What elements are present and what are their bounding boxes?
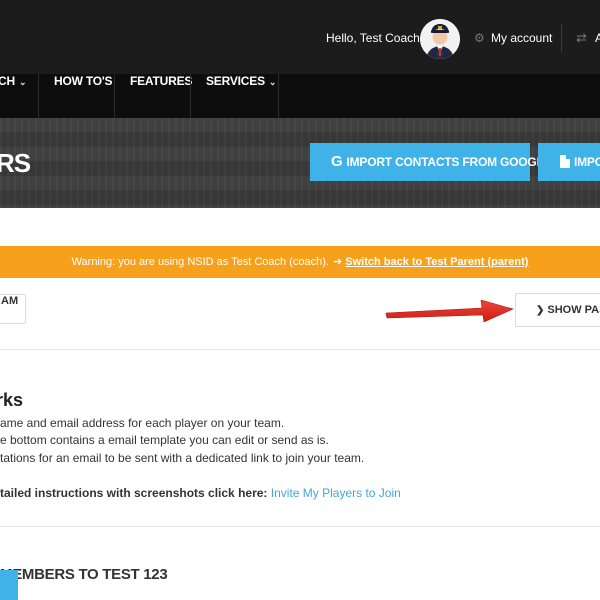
members-heading: MEMBERS TO TEST 123: [0, 566, 168, 583]
my-account-link[interactable]: My account: [491, 31, 552, 45]
show-past-button[interactable]: ❯SHOW PAST: [515, 293, 600, 327]
chevron-down-icon: ⌄: [268, 77, 277, 87]
avatar[interactable]: [420, 19, 460, 59]
nav-item-coach[interactable]: CH ⌄: [0, 74, 26, 118]
import-file-label: IMPO: [574, 155, 600, 169]
greeting-text: Hello, Test Coach: [326, 31, 420, 45]
nav-item-label: FEATURES: [130, 74, 193, 88]
nav-divider: [190, 74, 191, 118]
how-it-works-heading: rks: [0, 390, 24, 410]
swap-icon: ⇄: [576, 30, 587, 45]
account-switch-link[interactable]: A: [595, 31, 600, 45]
switch-back-link[interactable]: Switch back to Test Parent (parent): [345, 256, 528, 268]
team-button[interactable]: AM: [0, 294, 26, 324]
header-divider: [561, 24, 562, 52]
instruction-line: ame and email address for each player on…: [0, 416, 285, 430]
add-member-button[interactable]: [0, 570, 18, 600]
invite-players-link[interactable]: Invite My Players to Join: [271, 486, 401, 500]
nav-item-label: SERVICES: [206, 74, 265, 88]
coach-avatar-image: [420, 19, 460, 59]
switch-arrow-icon: ➜: [332, 256, 343, 268]
import-google-contacts-button[interactable]: G IMPORT CONTACTS FROM GOOGLE: [310, 143, 552, 181]
nav-divider: [114, 74, 115, 118]
import-file-button[interactable]: IMPO: [538, 143, 600, 181]
page-title: RS: [0, 148, 31, 178]
nav-item-label: CH: [0, 74, 15, 88]
google-icon: G: [331, 153, 343, 170]
nav-item-how-tos[interactable]: HOW TO'S: [54, 74, 113, 118]
instructions-prefix: tailed instructions with screenshots cli…: [0, 486, 268, 500]
section-divider: [0, 526, 600, 527]
nav-item-label: HOW TO'S: [54, 74, 113, 88]
nav-item-features[interactable]: FEATURES: [130, 74, 192, 118]
gear-icon: ⚙: [474, 31, 485, 45]
team-button-label: AM: [1, 295, 19, 307]
instructions-line: tailed instructions with screenshots cli…: [0, 486, 401, 500]
section-divider: [0, 349, 600, 350]
file-icon: [560, 155, 570, 168]
warning-text: Warning: you are using NSID as Test Coac…: [71, 256, 329, 268]
nav-item-services[interactable]: SERVICES ⌄: [206, 74, 276, 118]
warning-bar: Warning: you are using NSID as Test Coac…: [0, 246, 600, 278]
chevron-down-icon: ⌄: [18, 77, 27, 87]
instruction-line: e bottom contains a email template you c…: [0, 433, 329, 447]
import-google-label: IMPORT CONTACTS FROM GOOGLE: [346, 155, 552, 169]
instruction-line: tations for an email to be sent with a d…: [0, 451, 365, 465]
chevron-down-icon: ❯: [536, 305, 545, 316]
nav-divider: [38, 74, 39, 118]
nav-divider: [278, 74, 279, 118]
show-past-label: SHOW PAST: [547, 304, 600, 316]
annotation-arrow-icon: [385, 299, 514, 323]
